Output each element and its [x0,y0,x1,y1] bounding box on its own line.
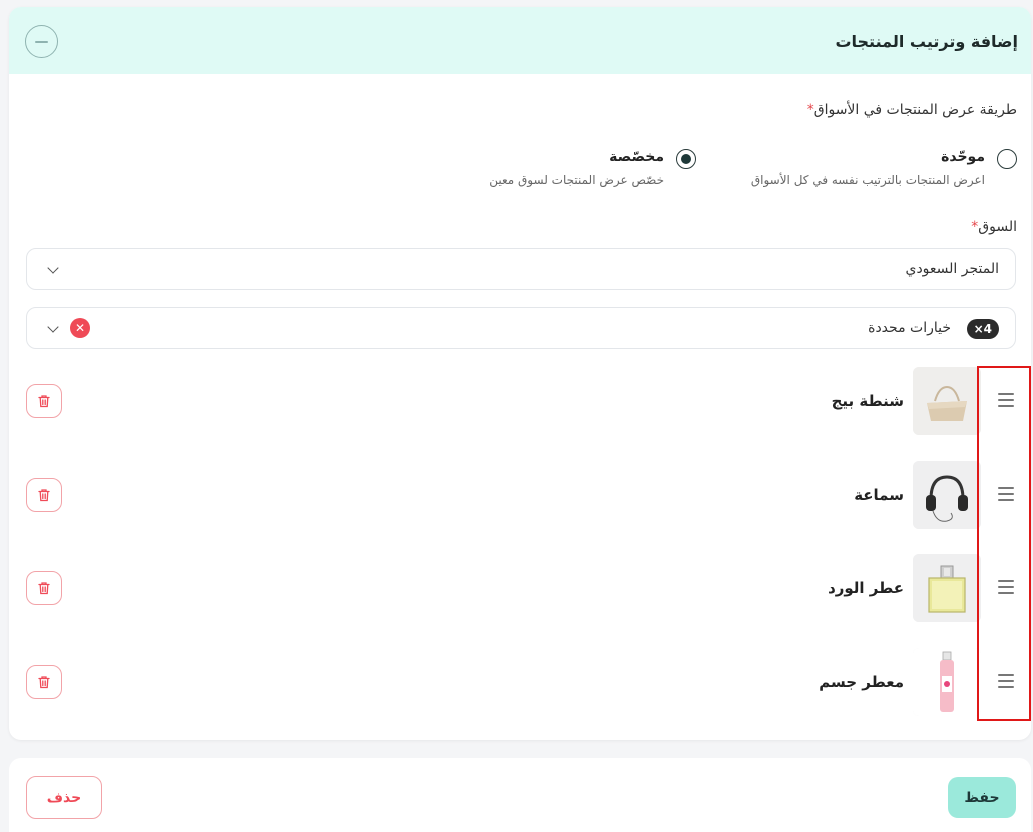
trash-icon [38,676,50,689]
product-image-beige-bag [913,367,981,435]
radio-unified-description: اعرض المنتجات بالترتيب نفسه في كل الأسوا… [750,173,985,187]
delete-product-button[interactable] [26,665,62,699]
market-label-text: السوق [978,219,1017,235]
radio-unified-circle[interactable] [997,149,1017,169]
delete-product-button[interactable] [26,571,62,605]
radio-custom-title: مخصّصة [609,149,664,165]
product-name: سماعة [854,486,904,504]
product-image-headphones [913,461,981,529]
display-method-label-text: طريقة عرض المنتجات في الأسواق [813,102,1017,118]
market-select[interactable]: المتجر السعودي [26,248,1016,290]
footer-bar: حفظ حذف [9,758,1031,832]
save-button[interactable]: حفظ [948,777,1016,818]
trash-icon [38,582,50,595]
chevron-down-icon [47,321,59,333]
product-row: سماعة [9,461,1031,531]
delete-product-button[interactable] [26,478,62,512]
radio-custom-circle[interactable] [676,149,696,169]
display-method-label: طريقة عرض المنتجات في الأسواق* [807,102,1017,118]
radio-custom-description: خصّص عرض المنتجات لسوق معين [489,173,664,187]
product-row: شنطة بيج [9,367,1031,437]
minus-icon [35,40,48,43]
selected-count-badge: ×4 [966,319,999,339]
product-name: عطر الورد [828,579,904,597]
product-name: معطر جسم [819,673,904,691]
delete-button[interactable]: حذف [26,776,102,819]
market-select-value: المتجر السعودي [905,261,999,277]
products-panel: إضافة وترتيب المنتجات طريقة عرض المنتجات… [9,7,1031,740]
options-multiselect-value: خيارات محددة [868,320,951,336]
product-image-body-mist [913,648,981,716]
chevron-down-icon [47,262,59,274]
panel-title: إضافة وترتيب المنتجات [835,32,1018,51]
panel-header: إضافة وترتيب المنتجات [9,7,1031,74]
trash-icon [38,489,50,502]
product-image-perfume [913,554,981,622]
product-row: عطر الورد [9,554,1031,624]
trash-icon [38,395,50,408]
drag-handles-highlight [977,366,1031,721]
required-mark: * [806,102,814,118]
product-name: شنطة بيج [831,392,904,410]
collapse-button[interactable] [25,25,58,58]
options-multiselect[interactable]: ×4 خيارات محددة ✕ [26,307,1016,349]
clear-icon[interactable]: ✕ [70,318,90,338]
product-row: معطر جسم [9,648,1031,718]
delete-product-button[interactable] [26,384,62,418]
market-label: السوق* [971,219,1017,235]
radio-unified-title: موحّدة [941,149,985,165]
